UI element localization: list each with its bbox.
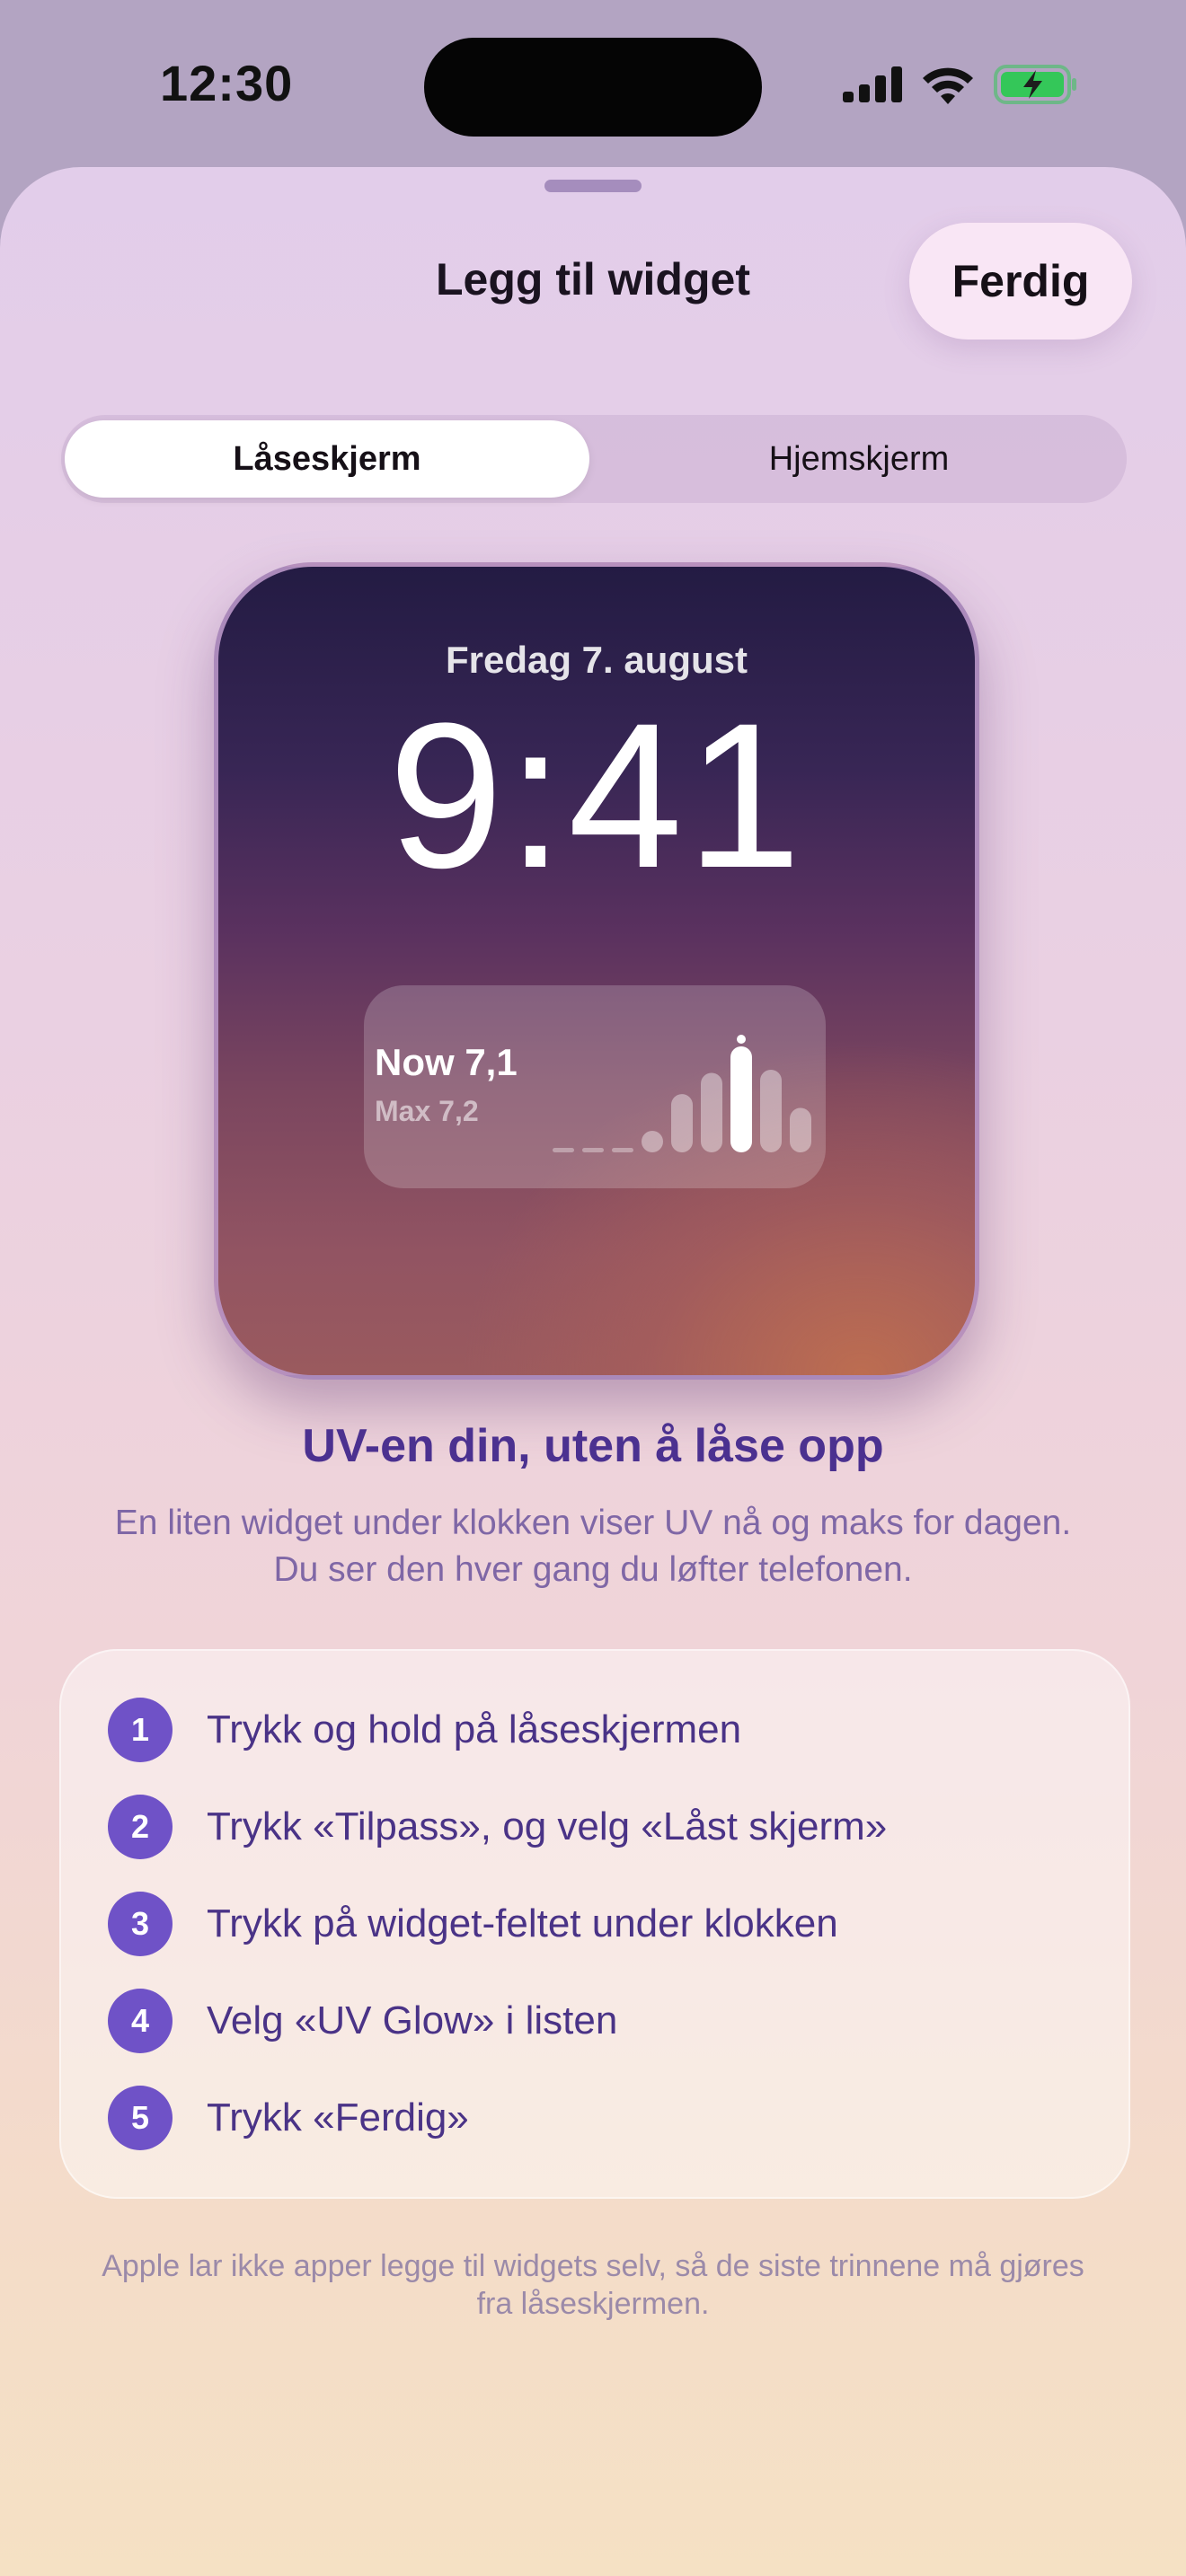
uv-widget-preview: Now 7,1 Max 7,2 xyxy=(364,985,826,1188)
step-item: 3 Trykk på widget-feltet under klokken xyxy=(108,1892,838,1956)
lock-screen-preview: Fredag 7. august 9:41 Now 7,1 Max 7,2 xyxy=(214,562,979,1380)
sheet-grabber[interactable] xyxy=(544,180,642,192)
uv-now-label: Now 7,1 xyxy=(375,1041,518,1083)
uv-bar xyxy=(760,1069,782,1152)
uv-bar xyxy=(671,1094,693,1152)
screen-type-segmented-control: Låseskjerm Hjemskjerm xyxy=(61,415,1127,503)
step-item: 4 Velg «UV Glow» i listen xyxy=(108,1989,617,2053)
status-bar: 12:30 xyxy=(0,0,1186,171)
uv-bar-empty xyxy=(612,1148,633,1152)
step-text: Trykk og hold på låseskjermen xyxy=(207,1707,742,1751)
step-text: Trykk på widget-feltet under klokken xyxy=(207,1901,838,1945)
step-number-badge: 4 xyxy=(108,1989,173,2053)
status-time: 12:30 xyxy=(160,55,294,111)
step-number-badge: 2 xyxy=(108,1795,173,1859)
step-text: Trykk «Ferdig» xyxy=(207,2095,469,2139)
step-item: 1 Trykk og hold på låseskjermen xyxy=(108,1698,741,1762)
segment-lock-screen[interactable]: Låseskjerm xyxy=(65,420,589,498)
info-headline: UV-en din, uten å låse opp xyxy=(302,1420,884,1472)
info-description: En liten widget under klokken viser UV n… xyxy=(114,1504,1072,1589)
dynamic-island xyxy=(424,38,762,137)
uv-bar-current xyxy=(730,1046,752,1152)
battery-charging-icon xyxy=(994,65,1076,104)
step-number-badge: 3 xyxy=(108,1892,173,1956)
lock-screen-date: Fredag 7. august xyxy=(445,639,748,681)
step-text: Trykk «Tilpass», og velg «Låst skjerm» xyxy=(207,1804,888,1848)
step-number-badge: 5 xyxy=(108,2086,173,2150)
status-icons xyxy=(843,65,1078,104)
segment-home-screen[interactable]: Hjemskjerm xyxy=(595,420,1123,498)
uv-forecast-bars xyxy=(553,1035,811,1152)
add-widget-sheet: Legg til widget Ferdig Låseskjerm Hjemsk… xyxy=(0,167,1186,2576)
cellular-signal-icon xyxy=(843,66,902,102)
uv-bar xyxy=(701,1072,722,1152)
uv-bar xyxy=(642,1131,663,1152)
step-item: 5 Trykk «Ferdig» xyxy=(108,2086,469,2150)
uv-bar xyxy=(790,1107,811,1152)
step-number-badge: 1 xyxy=(108,1698,173,1762)
uv-max-label: Max 7,2 xyxy=(375,1095,479,1127)
done-button[interactable]: Ferdig xyxy=(909,223,1132,340)
footnote: Apple lar ikke apper legge til widgets s… xyxy=(102,2249,1084,2321)
step-item: 2 Trykk «Tilpass», og velg «Låst skjerm» xyxy=(108,1795,887,1859)
wifi-icon xyxy=(923,67,973,104)
uv-bar-empty xyxy=(553,1148,574,1152)
uv-bar-empty xyxy=(582,1148,604,1152)
step-text: Velg «UV Glow» i listen xyxy=(207,1998,618,2042)
uv-now-marker xyxy=(737,1035,746,1044)
lock-screen-clock: 9:41 xyxy=(388,680,805,911)
steps-card: 1 Trykk og hold på låseskjermen 2 Trykk … xyxy=(59,1649,1130,2199)
